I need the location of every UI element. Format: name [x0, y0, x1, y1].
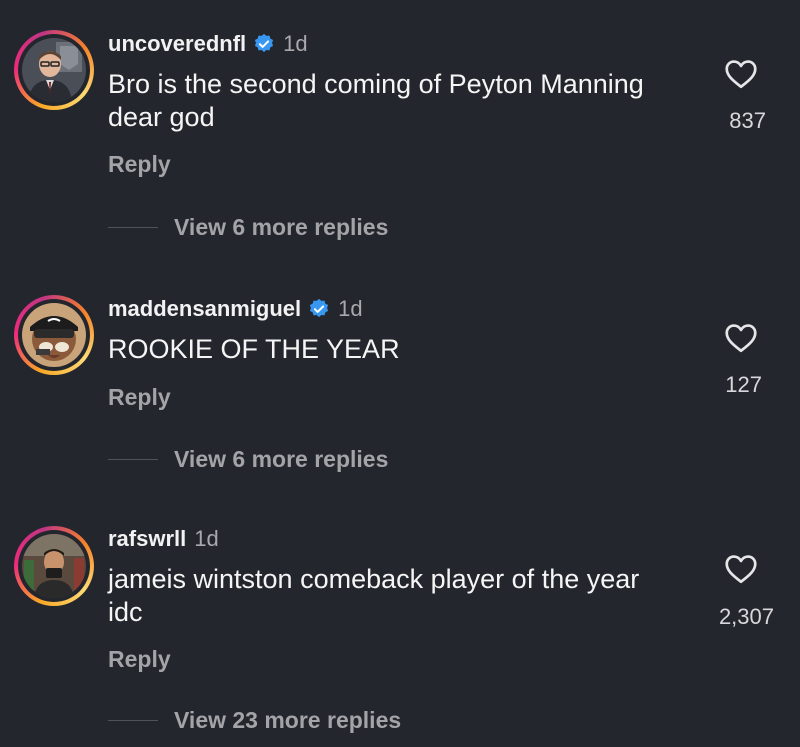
like-count: 2,307: [718, 604, 774, 629]
comment-header: maddensanmiguel 1d: [108, 294, 363, 324]
avatar-story-ring[interactable]: [14, 295, 94, 375]
view-replies-label: View 6 more replies: [174, 445, 389, 472]
heart-outline-icon: [725, 324, 757, 353]
heart-outline-icon: [725, 555, 757, 584]
like-button[interactable]: [706, 56, 776, 92]
like-count: 127: [725, 372, 762, 397]
reply-button[interactable]: Reply: [108, 384, 171, 411]
like-button[interactable]: [706, 551, 776, 587]
divider: [108, 458, 158, 460]
verified-badge-icon: [310, 298, 329, 318]
username[interactable]: rafswrll: [108, 526, 186, 552]
timestamp: 1d: [283, 31, 308, 56]
avatar: [22, 303, 86, 367]
comment-text: jameis wintston comeback player of the y…: [108, 564, 640, 627]
view-replies-button[interactable]: View 23 more replies: [108, 705, 401, 735]
comment-header: rafswrll 1d: [108, 524, 219, 554]
heart-outline-icon: [725, 60, 757, 89]
view-replies-button[interactable]: View 6 more replies: [108, 212, 388, 242]
divider: [108, 226, 158, 228]
avatar: [22, 534, 86, 598]
timestamp: 1d: [194, 526, 219, 551]
divider: [108, 719, 158, 721]
username[interactable]: uncoverednfl: [108, 31, 246, 57]
reply-button[interactable]: Reply: [108, 646, 171, 673]
verified-badge-icon: [255, 33, 274, 53]
view-replies-label: View 23 more replies: [174, 706, 402, 733]
like-button[interactable]: [706, 320, 776, 356]
timestamp: 1d: [338, 296, 363, 321]
comment-text: Bro is the second coming of Peyton Manni…: [108, 69, 644, 132]
avatar: [22, 38, 86, 102]
comment-header: uncoverednfl 1d: [108, 29, 308, 59]
reply-button[interactable]: Reply: [108, 151, 171, 178]
avatar-story-ring[interactable]: [14, 30, 94, 110]
view-replies-label: View 6 more replies: [174, 213, 389, 240]
like-count: 837: [729, 108, 766, 133]
username[interactable]: maddensanmiguel: [108, 296, 301, 322]
avatar-story-ring[interactable]: [14, 526, 94, 606]
view-replies-button[interactable]: View 6 more replies: [108, 444, 388, 474]
comment-text: ROOKIE OF THE YEAR: [108, 334, 400, 364]
